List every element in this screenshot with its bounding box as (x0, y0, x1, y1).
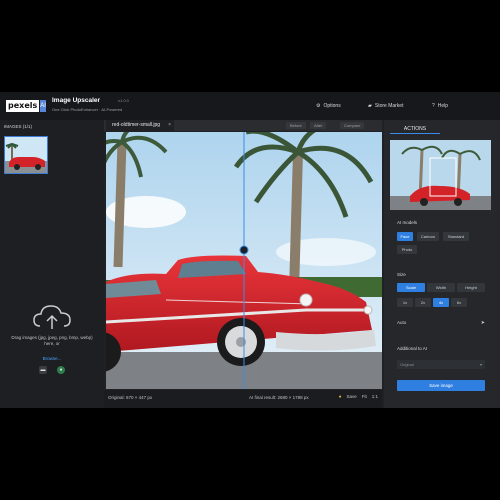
auto-label: Auto (397, 320, 407, 325)
app-window: pexels AI Image Upscaler v1.0.0 One Clic… (0, 92, 500, 408)
view-tools: ● Save Fit 1:1 (339, 394, 378, 399)
fit-tool[interactable]: Fit (362, 394, 367, 399)
image-thumbnail[interactable] (4, 136, 48, 174)
logo-ai-badge: AI (40, 100, 46, 112)
model-photo-button[interactable]: Photo (397, 245, 417, 254)
app-version: v1.0.0 (118, 98, 129, 103)
app-title: Image Upscaler (52, 97, 101, 104)
scale-1x-button[interactable]: 1x (397, 298, 413, 307)
preview-image[interactable] (390, 140, 491, 210)
title-bar: pexels AI Image Upscaler v1.0.0 One Clic… (0, 92, 500, 120)
size-label: Size (397, 272, 406, 277)
image-canvas[interactable] (106, 132, 382, 389)
size-scale-button[interactable]: Scale (397, 283, 425, 292)
ai-models-label: AI models (397, 220, 418, 225)
scale-2x-button[interactable]: 2x (415, 298, 431, 307)
original-size-label: Original: 670 × 447 px (108, 395, 153, 400)
additional-select-value: Original (400, 362, 414, 367)
app-subtitle: One Click PhotoEnhancer · AI-Powered (52, 107, 123, 112)
actions-tab[interactable]: ACTIONS (390, 124, 440, 134)
drop-zone-text: Drag images (jpg, jpeg, png, bmp, webp) … (11, 335, 93, 346)
help-icon: ? (432, 103, 435, 109)
images-sidebar: IMAGES (1/1) Drag images (jpg, jpeg, png… (0, 120, 104, 408)
auto-row[interactable]: Auto ➤ (397, 320, 485, 326)
images-list-label: IMAGES (1/1) (4, 124, 33, 129)
zoom-tool[interactable]: 1:1 (372, 394, 378, 399)
store-label: Store Market (374, 103, 404, 109)
size-height-button[interactable]: Height (457, 283, 485, 292)
scale-6x-button[interactable]: 6x (451, 298, 467, 307)
save-tool[interactable]: Save (346, 394, 356, 399)
lightbulb-icon[interactable]: ● (339, 394, 342, 399)
actions-panel: ACTIONS AI models Face Cartoon Standard … (384, 120, 500, 408)
upload-cloud-icon (33, 305, 71, 329)
additional-label: Additional to AI (397, 346, 428, 351)
model-face-button[interactable]: Face (397, 232, 413, 241)
after-view-button[interactable]: After (310, 122, 327, 129)
before-view-button[interactable]: Before (286, 122, 306, 129)
help-label: Help (437, 103, 449, 109)
store-icon: ▰ (368, 103, 372, 109)
options-label: Options (323, 103, 341, 109)
ai-result-size-label: AI final result: 2680 × 1788 px (249, 395, 309, 400)
store-button[interactable]: ▰ Store Market (368, 101, 403, 111)
image-status-bar: Original: 670 × 447 px AI final result: … (104, 390, 382, 408)
thumbnail-picture (5, 137, 47, 173)
options-button[interactable]: ⚙ Options (316, 101, 341, 111)
source-icons: ▬ ● (37, 366, 67, 376)
help-button[interactable]: ? Help (432, 101, 448, 111)
browse-link[interactable]: Browse... (0, 356, 104, 361)
google-drive-icon[interactable]: ● (57, 366, 65, 374)
compare-view-button[interactable]: Compare (340, 122, 365, 129)
cursor-arrow-icon: ➤ (480, 320, 485, 326)
file-tab[interactable]: red-oldtimer-small.jpg × (106, 120, 175, 131)
save-image-button[interactable]: Save image (397, 380, 485, 391)
model-standard-button[interactable]: Standard (443, 232, 469, 241)
preview-picture (390, 140, 491, 210)
additional-select[interactable]: Original ▾ (397, 360, 485, 369)
model-cartoon-button[interactable]: Cartoon (417, 232, 439, 241)
car-photo (106, 132, 382, 389)
folder-icon[interactable]: ▬ (39, 366, 47, 374)
size-width-button[interactable]: Width (427, 283, 455, 292)
close-tab-icon[interactable]: × (168, 120, 171, 131)
file-tab-label: red-oldtimer-small.jpg (112, 122, 161, 128)
app-logo: pexels AI (6, 100, 46, 112)
gear-icon: ⚙ (316, 103, 321, 109)
scale-4x-button[interactable]: 4x (433, 298, 449, 307)
file-tab-bar: red-oldtimer-small.jpg × Before After Co… (104, 120, 382, 131)
logo-word: pexels (6, 100, 40, 112)
chevron-down-icon: ▾ (479, 362, 482, 367)
